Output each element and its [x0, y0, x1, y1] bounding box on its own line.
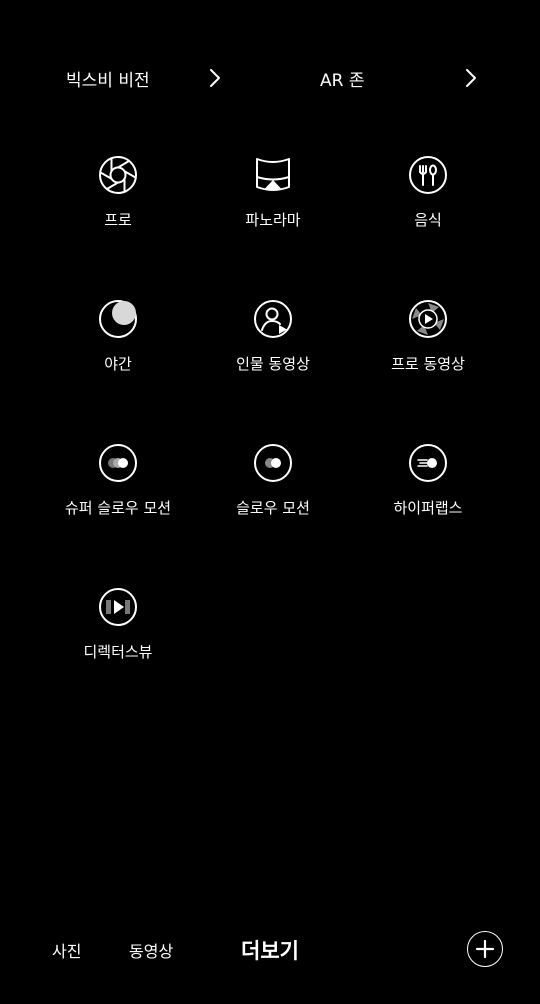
mode-label: 야간 — [104, 355, 132, 373]
pro-video-icon — [408, 299, 448, 339]
mode-label: 슬로우 모션 — [236, 499, 310, 517]
mode-directors-view[interactable]: 디렉터스뷰 — [40, 587, 196, 687]
ar-zone-label: AR 존 — [320, 70, 365, 91]
bixby-vision-link[interactable]: 빅스비 비전 — [66, 56, 236, 100]
chevron-right-icon — [460, 67, 482, 89]
panorama-icon — [253, 155, 293, 195]
top-links: 빅스비 비전 AR 존 — [0, 56, 540, 100]
chevron-right-icon — [204, 67, 226, 89]
mode-portrait-video[interactable]: 인물 동영상 — [195, 299, 351, 399]
mode-label: 슈퍼 슬로우 모션 — [64, 499, 172, 517]
plus-icon — [475, 939, 495, 959]
mode-label: 파노라마 — [245, 211, 301, 229]
tab-more[interactable]: 더보기 — [241, 920, 299, 980]
moon-icon — [98, 299, 138, 339]
bixby-vision-label: 빅스비 비전 — [66, 70, 150, 91]
portrait-video-icon — [253, 299, 293, 339]
food-icon — [408, 155, 448, 195]
mode-pro-video[interactable]: 프로 동영상 — [350, 299, 506, 399]
mode-super-slow-motion[interactable]: 슈퍼 슬로우 모션 — [40, 443, 196, 543]
mode-label: 음식 — [414, 211, 442, 229]
mode-label: 프로 동영상 — [391, 355, 465, 373]
mode-night[interactable]: 야간 — [40, 299, 196, 399]
bottom-mode-bar: 사진 동영상 더보기 — [0, 920, 540, 980]
mode-label: 하이퍼랩스 — [393, 499, 463, 517]
mode-label: 디렉터스뷰 — [83, 643, 153, 661]
tab-video[interactable]: 동영상 — [129, 920, 173, 980]
mode-pro[interactable]: 프로 — [40, 155, 196, 255]
mode-slow-motion[interactable]: 슬로우 모션 — [195, 443, 351, 543]
hyperlapse-icon — [408, 443, 448, 483]
directors-view-icon — [98, 587, 138, 627]
super-slow-motion-icon — [98, 443, 138, 483]
mode-label: 인물 동영상 — [236, 355, 310, 373]
slow-motion-icon — [253, 443, 293, 483]
mode-panorama[interactable]: 파노라마 — [195, 155, 351, 255]
mode-hyperlapse[interactable]: 하이퍼랩스 — [350, 443, 506, 543]
aperture-icon — [98, 155, 138, 195]
tab-photo[interactable]: 사진 — [52, 920, 81, 980]
ar-zone-link[interactable]: AR 존 — [320, 56, 490, 100]
mode-food[interactable]: 음식 — [350, 155, 506, 255]
mode-label: 프로 — [104, 211, 132, 229]
add-mode-button[interactable] — [467, 931, 503, 967]
